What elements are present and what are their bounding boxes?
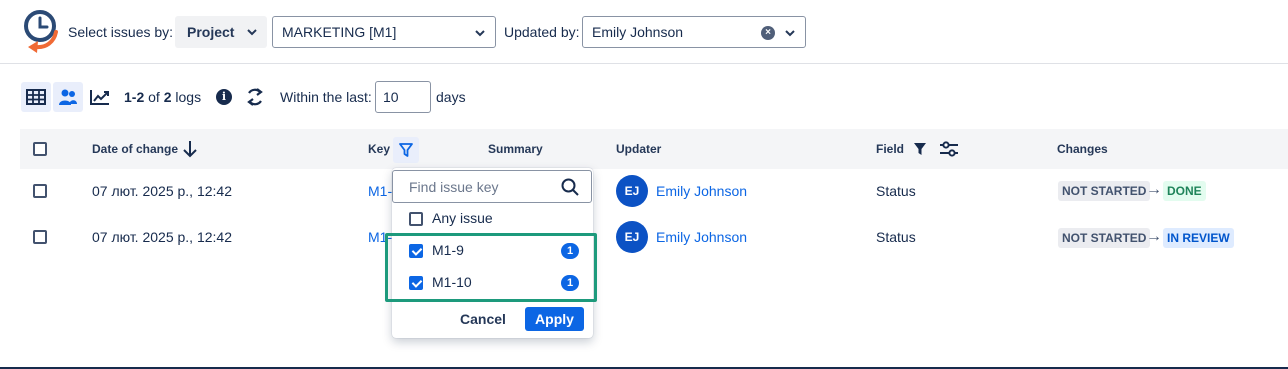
row-checkbox[interactable] xyxy=(33,184,47,198)
status-to-badge: DONE xyxy=(1163,181,1206,201)
days-input[interactable]: 10 xyxy=(375,81,431,113)
select-all-checkbox[interactable] xyxy=(33,142,47,156)
days-label: days xyxy=(436,89,466,105)
trend-chart-icon xyxy=(90,90,109,105)
updated-by-value: Emily Johnson xyxy=(592,24,684,40)
header-summary[interactable]: Summary xyxy=(488,142,543,156)
info-icon[interactable]: i xyxy=(216,89,232,105)
cancel-button[interactable]: Cancel xyxy=(450,307,516,331)
filter-option-checkbox[interactable] xyxy=(409,212,423,226)
table-icon xyxy=(26,89,46,105)
project-select-value: MARKETING [M1] xyxy=(282,24,397,40)
status-from-badge: NOT STARTED xyxy=(1058,228,1151,248)
clear-icon[interactable]: × xyxy=(761,26,775,40)
header-key[interactable]: Key xyxy=(368,142,390,156)
group-by-user-button[interactable] xyxy=(53,82,83,112)
row-checkbox[interactable] xyxy=(33,230,47,244)
select-issues-value: Project xyxy=(187,24,235,40)
filter-icon xyxy=(399,143,413,157)
refresh-icon[interactable] xyxy=(245,87,265,107)
updated-by-label: Updated by: xyxy=(504,24,580,40)
users-icon xyxy=(59,89,77,105)
search-placeholder: Find issue key xyxy=(409,179,499,195)
key-filter-button[interactable] xyxy=(393,137,419,163)
row-field: Status xyxy=(876,183,916,199)
filter-icon[interactable] xyxy=(913,142,927,156)
status-to-badge: IN REVIEW xyxy=(1163,228,1234,248)
avatar: EJ xyxy=(616,175,648,207)
settings-sliders-icon[interactable] xyxy=(939,140,959,158)
row-date: 07 лют. 2025 р., 12:42 xyxy=(92,183,232,199)
table-view-button[interactable] xyxy=(21,82,51,112)
updated-by-select[interactable]: Emily Johnson × xyxy=(582,16,806,48)
history-clock-icon xyxy=(24,10,58,53)
arrow-right-icon: → xyxy=(1146,228,1162,245)
chevron-down-icon xyxy=(475,30,485,37)
select-issues-label: Select issues by: xyxy=(68,24,174,40)
row-updater-link[interactable]: Emily Johnson xyxy=(656,183,747,199)
status-from-badge: NOT STARTED xyxy=(1058,181,1151,201)
chevron-down-icon xyxy=(785,30,795,37)
header-date[interactable]: Date of change xyxy=(92,142,178,156)
select-issues-dropdown[interactable]: Project xyxy=(175,16,267,48)
logs-count: 1-2 of 2 logs xyxy=(124,89,202,105)
avatar: EJ xyxy=(616,221,648,253)
within-last-label: Within the last: xyxy=(280,89,372,105)
apply-button[interactable]: Apply xyxy=(525,307,584,331)
row-updater-link[interactable]: Emily Johnson xyxy=(656,229,747,245)
arrow-right-icon: → xyxy=(1146,181,1162,198)
row-field: Status xyxy=(876,229,916,245)
row-issue-key[interactable]: M1- xyxy=(368,183,392,199)
header-updater[interactable]: Updater xyxy=(616,142,661,156)
project-select[interactable]: MARKETING [M1] xyxy=(272,16,496,48)
chart-view-button[interactable] xyxy=(85,82,115,112)
chevron-down-icon xyxy=(247,29,257,36)
search-icon xyxy=(561,178,579,196)
selection-highlight xyxy=(385,233,597,302)
filter-option-label: Any issue xyxy=(432,210,493,226)
filter-bar: Select issues by: Project MARKETING [M1]… xyxy=(0,0,1288,64)
header-changes[interactable]: Changes xyxy=(1057,142,1108,156)
sort-down-icon[interactable] xyxy=(183,140,197,158)
header-field[interactable]: Field xyxy=(876,142,904,156)
issue-key-search-input[interactable]: Find issue key xyxy=(392,170,592,203)
row-date: 07 лют. 2025 р., 12:42 xyxy=(92,229,232,245)
